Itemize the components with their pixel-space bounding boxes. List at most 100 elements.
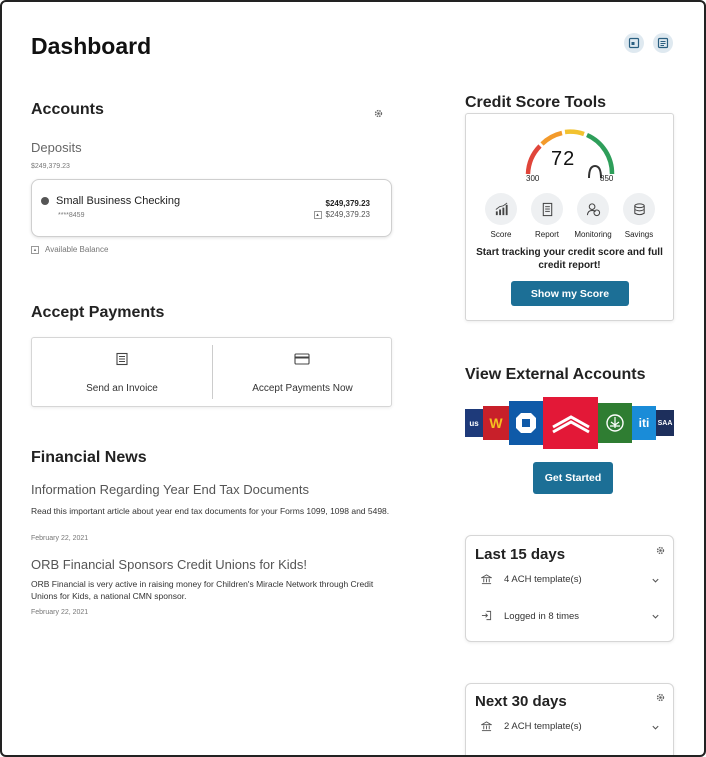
next30-ach-label: ACH template(s) <box>511 721 582 732</box>
send-invoice-label: Send an Invoice <box>86 383 158 394</box>
account-name: Small Business Checking <box>56 195 181 207</box>
bank-logo-w-text: W <box>489 415 503 431</box>
bank-logo-us: us <box>465 409 483 437</box>
news-date-1: February 22, 2021 <box>31 535 89 542</box>
flag-logo-icon <box>551 415 590 434</box>
gauge-max-label: 850 <box>600 174 614 183</box>
account-card-checking[interactable]: Small Business Checking ****8459 $249,37… <box>31 179 392 237</box>
send-invoice-button[interactable]: Send an Invoice <box>32 338 212 406</box>
accept-payments-now-button[interactable]: Accept Payments Now <box>213 338 392 406</box>
tree-logo-icon <box>606 414 624 432</box>
available-balance-legend-label: Available Balance <box>45 245 109 254</box>
last15-ach-row[interactable]: 4 ACH template(s) <box>481 574 663 588</box>
bank-logo-flag <box>543 397 598 449</box>
gauge-segment-yellow <box>564 129 585 137</box>
credit-card-icon <box>294 353 310 365</box>
report-icon-circle <box>531 193 563 225</box>
list-icon <box>657 37 669 49</box>
report-icon <box>542 202 552 216</box>
credit-score-value: 72 <box>551 148 576 170</box>
last15-ach-count: 4 <box>504 574 510 585</box>
chevron-down-icon <box>652 614 659 619</box>
last15-login-row[interactable]: Logged in 8 times <box>481 610 663 624</box>
edit-dashboard-button[interactable] <box>653 33 673 53</box>
app-window: Dashboard Accounts Deposits $249,379.23 … <box>0 0 706 757</box>
accept-payments-title: Accept Payments <box>31 304 165 321</box>
credit-score-panel: 72 300 850 Score Report Monitoring Savin… <box>465 113 674 321</box>
last-15-settings-icon[interactable] <box>655 545 666 556</box>
last-15-days-panel: Last 15 days 4 ACH template(s) Logged in… <box>465 535 674 642</box>
bank-logo-us-text: us <box>469 418 479 428</box>
account-number: ****8459 <box>58 212 85 219</box>
news-headline-1[interactable]: Information Regarding Year End Tax Docum… <box>31 482 309 497</box>
savings-icon-circle <box>623 193 655 225</box>
tool-savings[interactable]: Savings <box>621 193 657 239</box>
accept-payments-panel: Send an Invoice Accept Payments Now <box>31 337 392 407</box>
available-balance-icon: ▴ <box>313 210 322 219</box>
tool-report[interactable]: Report <box>529 193 565 239</box>
next-30-days-title: Next 30 days <box>475 693 567 710</box>
bank-logo-iti: iti <box>632 406 656 440</box>
last15-login-prefix: Logged in <box>504 611 546 622</box>
chevron-down-icon <box>652 725 659 730</box>
available-balance-legend: ▴ Available Balance <box>31 245 108 254</box>
accounts-title: Accounts <box>31 101 104 118</box>
bank-logo-octagon <box>509 401 543 445</box>
account-available: $249,379.23 <box>325 210 371 219</box>
bank-logo-iti-text: iti <box>638 416 650 430</box>
credit-score-tools-title: Credit Score Tools <box>465 94 607 111</box>
tool-savings-label: Savings <box>624 230 654 239</box>
credit-message: Start tracking your credit score and ful… <box>476 247 663 271</box>
login-icon <box>481 610 492 621</box>
customize-button[interactable] <box>624 33 644 53</box>
deposits-total: $249,379.23 <box>31 163 70 170</box>
bank-logo-saa-text: SAA <box>657 419 673 427</box>
show-my-score-button[interactable]: Show my Score <box>511 281 629 306</box>
accept-payments-now-label: Accept Payments Now <box>252 383 353 394</box>
news-body-2: ORB Financial is very active in raising … <box>31 579 374 601</box>
news-headline-2[interactable]: ORB Financial Sponsors Credit Unions for… <box>31 557 307 572</box>
bank-logo-w: W <box>483 406 509 440</box>
financial-news-title: Financial News <box>31 449 147 466</box>
bar-chart-icon <box>495 202 508 215</box>
next-30-days-panel: Next 30 days 2 ACH template(s) <box>465 683 674 755</box>
monitoring-icon <box>586 202 600 216</box>
chevron-down-icon <box>652 578 659 583</box>
last15-login-text: Logged in 8 times <box>504 611 579 622</box>
score-icon-circle <box>485 193 517 225</box>
bank-logo-saa: SAA <box>656 410 674 436</box>
tool-monitoring[interactable]: Monitoring <box>574 193 612 239</box>
octagon-logo-icon <box>516 413 536 433</box>
deposits-label[interactable]: Deposits <box>31 140 82 155</box>
view-external-accounts-title: View External Accounts <box>465 366 646 383</box>
gauge-segment-red <box>525 144 542 175</box>
tool-score[interactable]: Score <box>483 193 519 239</box>
bank-logo-tree <box>598 403 632 443</box>
next30-ach-text: 2 ACH template(s) <box>504 721 582 732</box>
news-body-1: Read this important article about year e… <box>31 506 390 516</box>
account-status-dot <box>41 197 49 205</box>
last-15-days-title: Last 15 days <box>475 546 566 563</box>
last15-ach-text: 4 ACH template(s) <box>504 574 582 585</box>
last15-login-suffix: times <box>556 611 580 622</box>
monitoring-icon-circle <box>577 193 609 225</box>
get-started-button[interactable]: Get Started <box>533 462 613 494</box>
news-date-2: February 22, 2021 <box>31 609 89 616</box>
account-available-row: ▴ $249,379.23 <box>313 210 371 219</box>
available-balance-legend-icon: ▴ <box>31 245 39 254</box>
bank-icon <box>481 721 492 732</box>
last15-ach-label: ACH template(s) <box>511 574 582 585</box>
bank-icon <box>481 574 492 585</box>
gauge-min-label: 300 <box>526 174 540 183</box>
layout-icon <box>628 37 640 49</box>
next30-ach-row[interactable]: 2 ACH template(s) <box>481 721 663 735</box>
last15-login-count: 8 <box>548 611 554 622</box>
savings-icon <box>633 202 645 215</box>
bank-logos-strip[interactable]: us W iti SAA <box>465 397 675 453</box>
invoice-icon <box>116 352 128 366</box>
gauge-segment-orange <box>540 130 563 146</box>
accounts-settings-icon[interactable] <box>373 108 384 119</box>
next30-ach-count: 2 <box>504 721 510 732</box>
page-title: Dashboard <box>31 33 152 59</box>
next-30-settings-icon[interactable] <box>655 692 666 703</box>
